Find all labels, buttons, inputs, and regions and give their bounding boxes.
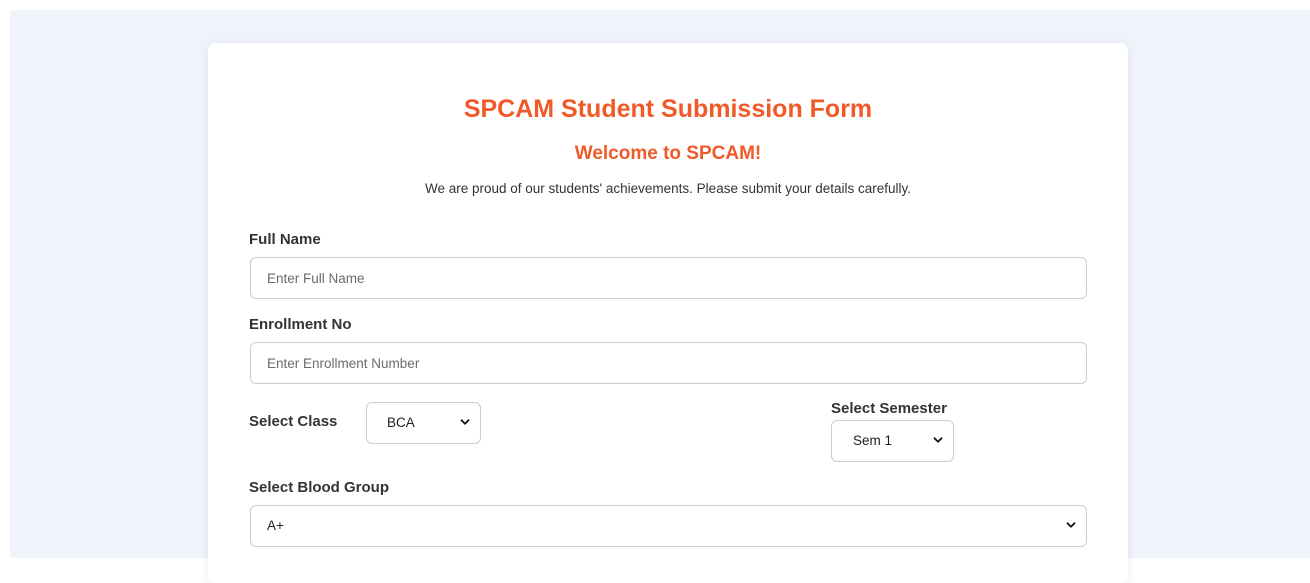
blood-group-label: Select Blood Group xyxy=(249,479,390,496)
semester-select[interactable]: Sem 1 xyxy=(831,420,954,462)
form-card xyxy=(208,43,1128,583)
full-name-input[interactable] xyxy=(250,257,1087,299)
full-name-label: Full Name xyxy=(249,231,321,248)
class-select-value: BCA xyxy=(387,415,415,430)
class-label: Select Class xyxy=(249,413,338,430)
enrollment-input[interactable] xyxy=(250,342,1087,384)
intro-text: We are proud of our students' achievemen… xyxy=(424,181,912,196)
enrollment-label: Enrollment No xyxy=(249,316,352,333)
chevron-down-icon xyxy=(933,437,943,443)
form-title: SPCAM Student Submission Form xyxy=(463,95,873,123)
blood-group-select-value: A+ xyxy=(267,518,284,533)
chevron-down-icon xyxy=(1066,522,1076,528)
class-select[interactable]: BCA xyxy=(366,402,481,444)
semester-label: Select Semester xyxy=(831,400,947,417)
welcome-heading: Welcome to SPCAM! xyxy=(574,143,762,164)
semester-select-value: Sem 1 xyxy=(853,433,893,448)
blood-group-select[interactable]: A+ xyxy=(250,505,1087,547)
chevron-down-icon xyxy=(460,419,470,425)
